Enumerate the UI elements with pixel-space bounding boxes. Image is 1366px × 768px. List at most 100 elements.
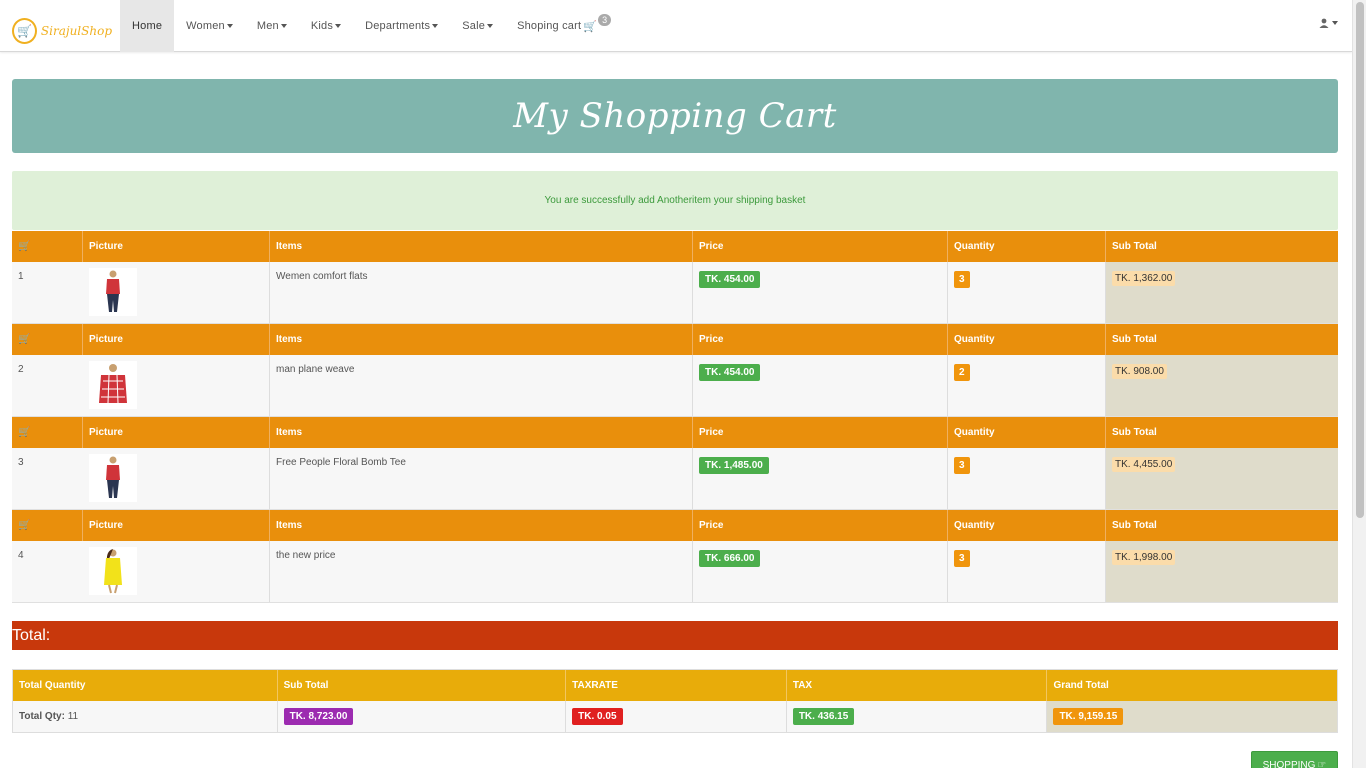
price-badge: TK. 1,485.00 bbox=[699, 457, 769, 474]
caret-down-icon bbox=[335, 24, 342, 28]
caret-down-icon bbox=[487, 24, 494, 28]
nav-kids[interactable]: Kids bbox=[299, 0, 353, 52]
scrollbar-thumb[interactable] bbox=[1356, 2, 1364, 518]
header-subtotal: Sub Total bbox=[1112, 241, 1157, 252]
alert-text: You are successfully add Anotheritem you… bbox=[544, 195, 806, 206]
cart-item-row: 2 man plane weave TK. 454.00 2 TK. 908.0… bbox=[12, 355, 1338, 417]
item-name: man plane weave bbox=[270, 355, 693, 416]
cart-header-row: 🛒 Picture Items Price Quantity Sub Total bbox=[12, 324, 1338, 355]
item-name: the new price bbox=[270, 541, 693, 602]
subtotal-badge: TK. 4,455.00 bbox=[1112, 457, 1176, 472]
cart-header-row: 🛒 Picture Items Price Quantity Sub Total bbox=[12, 231, 1338, 262]
user-menu[interactable] bbox=[1319, 18, 1338, 28]
cart-header-row: 🛒 Picture Items Price Quantity Sub Total bbox=[12, 510, 1338, 541]
cart-item-row: 1 Wemen comfort flats TK. 454.00 3 TK. 1… bbox=[12, 262, 1338, 324]
price-badge: TK. 454.00 bbox=[699, 364, 761, 381]
nav-men-label: Men bbox=[256, 20, 279, 32]
cart-table: 🛒 Picture Items Price Quantity Sub Total… bbox=[12, 231, 1338, 603]
summary-taxrate-badge: TK. 0.05 bbox=[572, 708, 623, 725]
continue-shopping-button[interactable]: SHOPPING ☞ bbox=[1251, 751, 1338, 768]
item-index: 4 bbox=[18, 550, 24, 561]
cart-icon: 🛒 bbox=[18, 427, 31, 438]
header-items: Items bbox=[270, 417, 693, 448]
nav-home[interactable]: Home bbox=[120, 0, 175, 52]
price-badge: TK. 454.00 bbox=[699, 271, 761, 288]
header-taxrate: TAXRATE bbox=[566, 670, 787, 701]
header-picture: Picture bbox=[83, 510, 270, 541]
nav-women[interactable]: Women bbox=[174, 0, 245, 52]
nav-home-label: Home bbox=[132, 20, 163, 32]
nav-shopping-cart[interactable]: Shoping cart 🛒 3 bbox=[505, 0, 623, 52]
summary-subtotal-badge: TK. 8,723.00 bbox=[283, 708, 354, 725]
nav-sale[interactable]: Sale bbox=[450, 0, 505, 52]
quantity-badge: 3 bbox=[954, 550, 970, 567]
total-heading-bar: Total: bbox=[12, 621, 1338, 650]
page-banner: My Shopping Cart bbox=[12, 79, 1338, 153]
header-items: Items bbox=[270, 324, 693, 355]
item-index: 3 bbox=[18, 457, 24, 468]
cart-icon: 🛒 bbox=[18, 241, 31, 252]
nav-men[interactable]: Men bbox=[245, 0, 299, 52]
header-picture: Picture bbox=[83, 417, 270, 448]
header-picture: Picture bbox=[83, 324, 270, 355]
cart-icon: 🛒 bbox=[18, 520, 31, 531]
cart-count-badge: 3 bbox=[598, 14, 612, 26]
header-quantity: Quantity bbox=[948, 510, 1106, 541]
summary-table: Total Quantity Sub Total TAXRATE TAX Gra… bbox=[12, 669, 1338, 733]
subtotal-badge: TK. 1,998.00 bbox=[1112, 550, 1176, 565]
total-qty-label: Total Qty: bbox=[19, 711, 65, 722]
product-image-man-plaid[interactable] bbox=[89, 361, 137, 409]
header-quantity: Quantity bbox=[948, 231, 1106, 262]
summary-grand-total-badge: TK. 9,159.15 bbox=[1053, 708, 1124, 725]
total-qty-cell: Total Qty: 11 bbox=[13, 701, 278, 732]
header-price: Price bbox=[693, 324, 948, 355]
header-quantity: Quantity bbox=[948, 324, 1106, 355]
nav-sale-label: Sale bbox=[462, 20, 486, 32]
product-image-woman-plaid[interactable] bbox=[89, 268, 137, 316]
brand-name: SirajulShop bbox=[40, 24, 112, 38]
cart-item-row: 4 the new price TK. 666.00 3 TK. 1,998.0… bbox=[12, 541, 1338, 603]
nav-cart-label: Shoping cart bbox=[517, 20, 582, 32]
subtotal-badge: TK. 908.00 bbox=[1112, 364, 1167, 379]
user-icon bbox=[1319, 18, 1329, 28]
cart-icon: 🛒 bbox=[18, 334, 31, 345]
header-subtotal: Sub Total bbox=[1112, 520, 1157, 531]
header-price: Price bbox=[693, 510, 948, 541]
quantity-badge: 2 bbox=[954, 364, 970, 381]
shopping-button-label: SHOPPING bbox=[1262, 760, 1316, 768]
header-quantity: Quantity bbox=[948, 417, 1106, 448]
cart-header-row: 🛒 Picture Items Price Quantity Sub Total bbox=[12, 417, 1338, 448]
shopping-cart-logo-icon: 🛒 bbox=[12, 18, 37, 44]
header-price: Price bbox=[693, 417, 948, 448]
summary-tax-badge: TK. 436.15 bbox=[792, 708, 855, 725]
nav-kids-label: Kids bbox=[310, 20, 334, 32]
brand-logo[interactable]: 🛒 SirajulShop bbox=[12, 15, 112, 47]
quantity-badge: 3 bbox=[954, 457, 970, 474]
page-scrollbar[interactable] bbox=[1352, 0, 1366, 768]
caret-down-icon bbox=[226, 24, 233, 28]
nav-departments-label: Departments bbox=[365, 20, 431, 32]
success-alert: You are successfully add Anotheritem you… bbox=[12, 171, 1338, 230]
header-subtotal: Sub Total bbox=[1112, 427, 1157, 438]
header-picture: Picture bbox=[83, 231, 270, 262]
nav-departments[interactable]: Departments bbox=[353, 0, 450, 52]
caret-down-icon bbox=[432, 24, 439, 28]
nav-women-label: Women bbox=[186, 20, 225, 32]
header-tax: TAX bbox=[787, 670, 1048, 701]
thumbs-up-icon: ☞ bbox=[1317, 760, 1327, 768]
item-name: Free People Floral Bomb Tee bbox=[270, 448, 693, 509]
price-badge: TK. 666.00 bbox=[699, 550, 761, 567]
header-items: Items bbox=[270, 510, 693, 541]
shopping-cart-icon: 🛒 bbox=[583, 20, 598, 33]
header-grand-total: Grand Total bbox=[1053, 680, 1109, 691]
header-total-quantity: Total Quantity bbox=[13, 670, 278, 701]
product-image-woman-plaid[interactable] bbox=[89, 454, 137, 502]
caret-down-icon bbox=[280, 24, 287, 28]
product-image-woman-yellow[interactable] bbox=[89, 547, 137, 595]
item-index: 2 bbox=[18, 364, 24, 375]
header-subtotal: Sub Total bbox=[1112, 334, 1157, 345]
summary-header-row: Total Quantity Sub Total TAXRATE TAX Gra… bbox=[13, 670, 1337, 701]
summary-data-row: Total Qty: 11 TK. 8,723.00 TK. 0.05 TK. … bbox=[13, 701, 1337, 732]
caret-down-icon bbox=[1332, 21, 1338, 25]
subtotal-badge: TK. 1,362.00 bbox=[1112, 271, 1176, 286]
